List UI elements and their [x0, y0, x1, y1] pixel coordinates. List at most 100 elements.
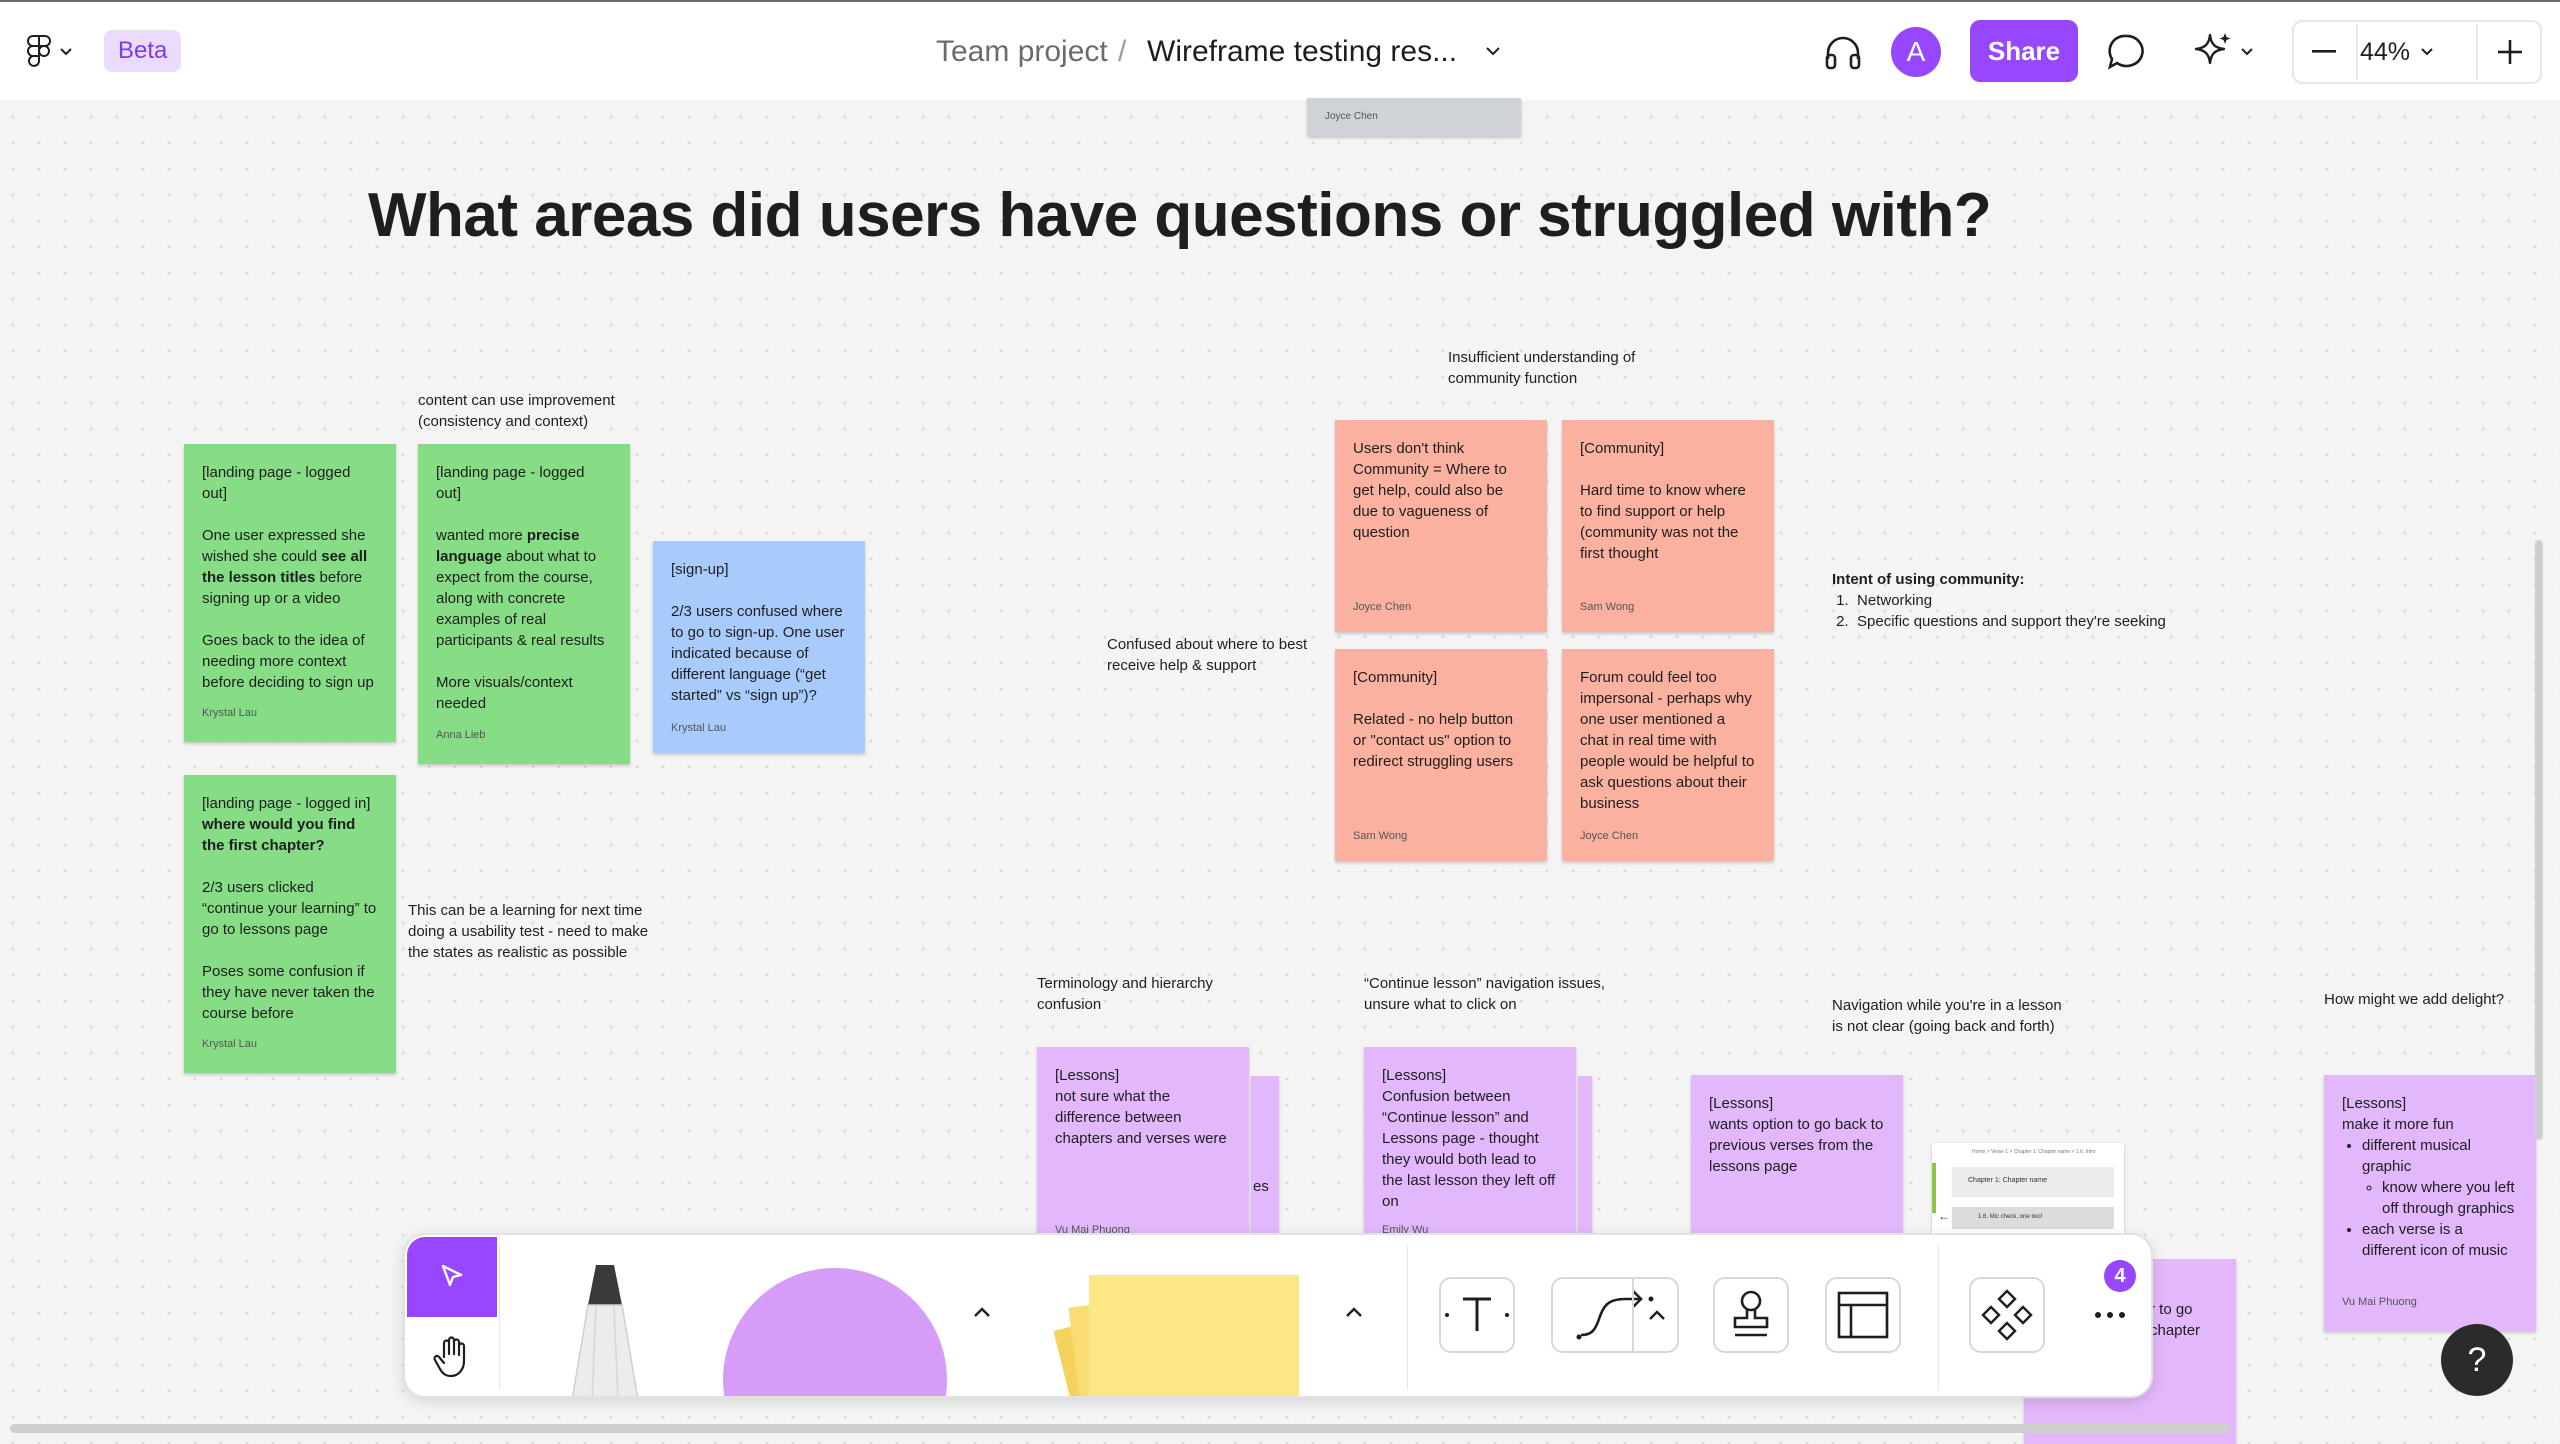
- sticky-list-subitem: know where you left off through graphics: [2382, 1177, 2518, 1219]
- sticky-body: r to go: [2150, 1301, 2193, 1318]
- sticky-note[interactable]: [landing page - logged in] where would y…: [184, 775, 396, 1073]
- sticky-body: More visuals/context needed: [436, 674, 573, 712]
- sticky-list-item: different musical graphic know where you…: [2362, 1135, 2518, 1219]
- text-label[interactable]: Insufficient understanding of community …: [1448, 347, 1668, 389]
- sticky-tag: [Lessons]: [1382, 1067, 1447, 1084]
- section-tool-button[interactable]: [1825, 1277, 1901, 1353]
- intent-title: Intent of using community:: [1832, 571, 2025, 588]
- sticky-tag: [landing page - logged in]: [202, 795, 371, 812]
- sticky-body: chapter: [2150, 1322, 2201, 1339]
- zoom-divider: [2476, 24, 2478, 80]
- comment-icon[interactable]: [2104, 30, 2148, 74]
- sticky-note[interactable]: Users don't think Community = Where to g…: [1335, 420, 1547, 632]
- sticky-note-partial[interactable]: Joyce Chen: [1307, 98, 1521, 136]
- chevron-down-icon: [2241, 48, 2253, 56]
- shape-tool-button[interactable]: [715, 1265, 955, 1396]
- bottom-toolbar: [403, 1233, 2153, 1398]
- wireframe-thumbnail[interactable]: Home > Verse 1 > Chapter 1: Chapter name…: [1932, 1143, 2124, 1235]
- sticky-body: 2/3 users confused where to go to sign-u…: [671, 603, 845, 704]
- zoom-in-icon[interactable]: [2482, 32, 2538, 72]
- shape-options-button[interactable]: [965, 1295, 999, 1329]
- cursor-icon: [441, 1264, 463, 1287]
- sticky-note[interactable]: [Lessons] make it more fun different mus…: [2324, 1075, 2536, 1331]
- main-menu-button[interactable]: [20, 32, 80, 72]
- ai-actions-button[interactable]: [2186, 28, 2260, 76]
- sticky-note-stacked[interactable]: [1578, 1076, 1592, 1236]
- zoom-out-icon[interactable]: [2296, 32, 2352, 72]
- sticky-list-item: each verse is a different icon of music: [2362, 1219, 2518, 1261]
- top-bar: Beta Team project / Wireframe testing re…: [0, 0, 2560, 100]
- sticky-note[interactable]: Forum could feel too impersonal - perhap…: [1562, 649, 1774, 861]
- sticky-note[interactable]: [landing page - logged out] wanted more …: [418, 444, 630, 764]
- sticky-note[interactable]: [Lessons] wants option to go back to pre…: [1691, 1075, 1903, 1237]
- sticky-body: Poses some confusion if they have never …: [202, 963, 375, 1022]
- sticky-author: Krystal Lau: [202, 707, 258, 719]
- file-menu-chevron-icon[interactable]: [1480, 38, 1506, 64]
- sticky-author: Sam Wong: [1353, 830, 1408, 842]
- text-label[interactable]: This can be a learning for next time doi…: [408, 900, 658, 963]
- sticky-options-button[interactable]: [1337, 1295, 1371, 1329]
- sticky-author: Joyce Chen: [1580, 830, 1639, 842]
- text-label[interactable]: How might we add delight?: [2324, 989, 2524, 1010]
- thumb-breadcrumb: Home > Verse 1 > Chapter 1: Chapter name…: [1972, 1149, 2096, 1155]
- components-icon: [1981, 1289, 2033, 1341]
- sticky-tag: [landing page - logged out]: [202, 464, 351, 502]
- sticky-body: Forum could feel too impersonal - perhap…: [1580, 669, 1755, 812]
- sticky-author: Krystal Lau: [671, 722, 727, 734]
- hand-icon: [433, 1336, 466, 1378]
- sticky-body: One user expressed she wished she could …: [202, 527, 368, 607]
- section-frame-icon: [1837, 1291, 1889, 1339]
- zoom-level[interactable]: 44%: [2360, 32, 2434, 72]
- sticky-tag: [Lessons]: [1055, 1067, 1120, 1084]
- toolbar-divider: [1407, 1245, 1408, 1390]
- components-tool-button[interactable]: [1969, 1277, 2045, 1353]
- stamp-icon: [1733, 1290, 1769, 1337]
- avatar[interactable]: A: [1891, 27, 1941, 77]
- sticky-note[interactable]: [Lessons] not sure what the difference b…: [1037, 1047, 1249, 1237]
- help-button[interactable]: ?: [2441, 1324, 2513, 1396]
- sticky-author: Vu Mai Phuong: [2342, 1296, 2417, 1308]
- sticky-body: Goes back to the idea of needing more co…: [202, 632, 374, 691]
- sticky-note[interactable]: [Lessons] Confusion between “Continue le…: [1364, 1047, 1576, 1237]
- sticky-note[interactable]: [Community] Related - no help button or …: [1335, 649, 1547, 861]
- sticky-note-tool-button[interactable]: [1045, 1265, 1315, 1396]
- hand-tool-button[interactable]: [407, 1319, 497, 1395]
- sticky-fragment: es: [1253, 1178, 1269, 1195]
- sticky-body: wants option to go back to previous vers…: [1709, 1116, 1884, 1175]
- move-tool-button[interactable]: [407, 1237, 497, 1317]
- connector-options-button[interactable]: [1637, 1295, 1677, 1335]
- marker-tool-button[interactable]: [555, 1265, 655, 1396]
- section-title[interactable]: What areas did users have questions or s…: [368, 180, 1992, 251]
- text-label[interactable]: Terminology and hierarchy confusion: [1037, 973, 1237, 1015]
- sticky-tag: [sign-up]: [671, 561, 729, 578]
- horizontal-scrollbar[interactable]: [10, 1424, 2230, 1433]
- text-label[interactable]: content can use improvement (consistency…: [418, 390, 638, 432]
- breadcrumb-team[interactable]: Team project: [936, 26, 1108, 78]
- sticky-body: not sure what the difference between cha…: [1055, 1088, 1227, 1147]
- sticky-author: Anna Lieb: [436, 729, 486, 741]
- sticky-note[interactable]: [landing page - logged out] One user exp…: [184, 444, 396, 742]
- beta-badge: Beta: [104, 30, 182, 72]
- chevron-down-icon: [2421, 48, 2433, 56]
- intent-text-block[interactable]: Intent of using community: 1. Networking…: [1832, 569, 2232, 632]
- text-label[interactable]: Confused about where to best receive hel…: [1107, 634, 1327, 676]
- file-name[interactable]: Wireframe testing res...: [1147, 26, 1457, 78]
- sticky-note-stacked[interactable]: es: [1251, 1076, 1279, 1236]
- sticky-note[interactable]: [sign-up] 2/3 users confused where to go…: [653, 541, 865, 753]
- text-label[interactable]: “Continue lesson” navigation issues, uns…: [1364, 973, 1624, 1015]
- intent-item: 1. Networking: [1832, 592, 1933, 609]
- toolbar-divider: [499, 1245, 500, 1390]
- sticky-body: Related - no help button or "contact us"…: [1353, 711, 1514, 770]
- text-label[interactable]: Navigation while you're in a lesson is n…: [1832, 995, 2072, 1037]
- sticky-body: wanted more precise language about what …: [436, 527, 605, 649]
- more-tools-button[interactable]: [2085, 1295, 2135, 1335]
- headphones-icon[interactable]: [1820, 30, 1866, 74]
- share-button[interactable]: Share: [1970, 20, 2078, 82]
- vertical-scrollbar[interactable]: [2535, 540, 2543, 1140]
- stamp-tool-button[interactable]: [1713, 1277, 1789, 1353]
- sticky-stack-icon: [1053, 1275, 1299, 1396]
- notification-badge: 4: [2104, 1260, 2136, 1292]
- text-tool-button[interactable]: [1439, 1277, 1515, 1353]
- chevron-down-icon: [60, 48, 72, 56]
- sticky-note[interactable]: [Community] Hard time to know where to f…: [1562, 420, 1774, 632]
